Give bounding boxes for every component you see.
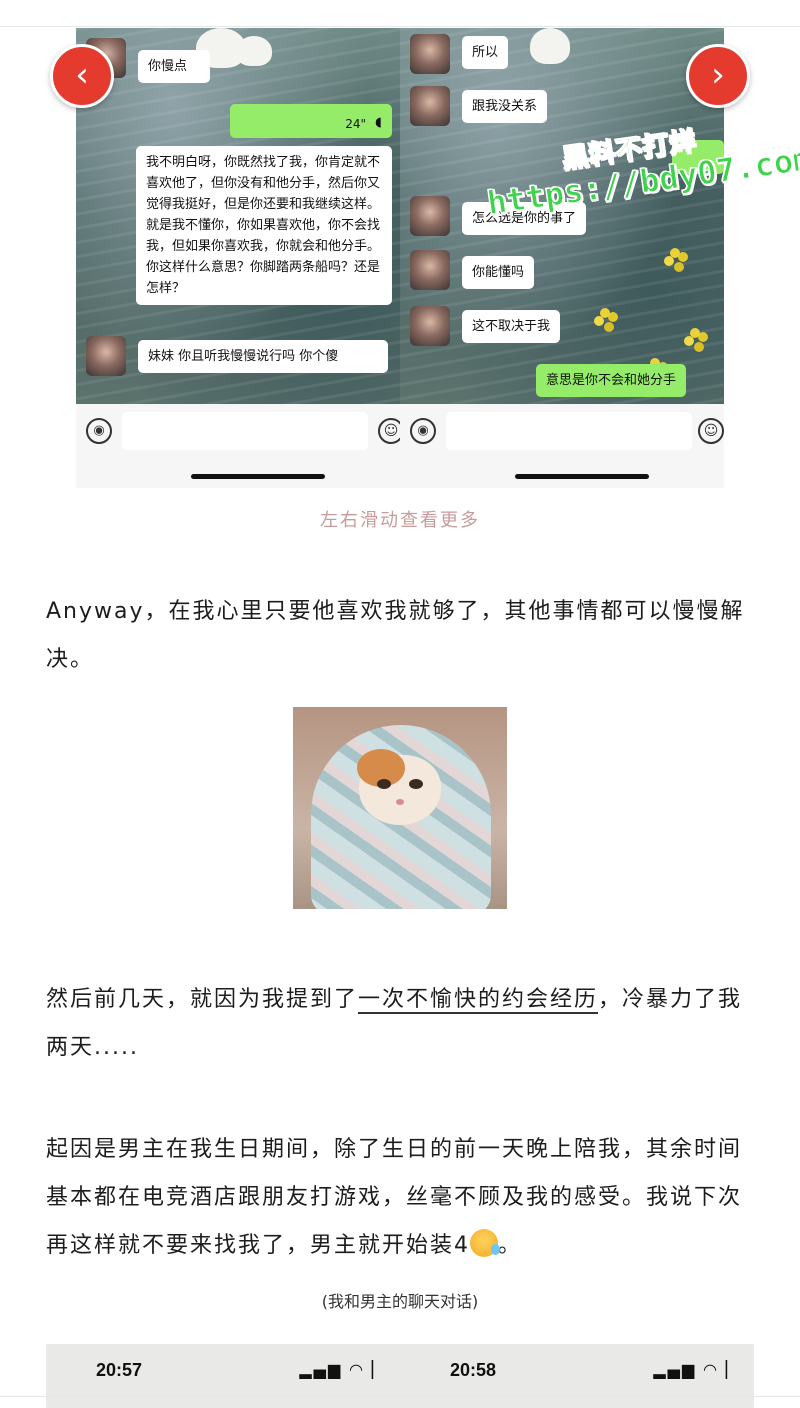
sweat-face-emoji-icon — [470, 1229, 500, 1257]
chat-bubble-own: 意思是你不会和她分手 — [536, 364, 687, 397]
phone-status-bar: 20:58 ▂▄▆ ◠ ▏ — [400, 1344, 754, 1408]
contact-avatar — [410, 86, 450, 126]
pond-background: 你慢点 24" ◖ 我不明白呀，你既然找了我，你肯定就不喜欢他了，但你没有和他分… — [76, 28, 400, 404]
chat-bubble: 我不明白呀，你既然找了我，你肯定就不喜欢他了，但你没有和他分手，然后你又觉得我挺… — [136, 146, 392, 305]
duck-image — [236, 36, 272, 66]
voice-message-bubble[interactable]: 24" ◖ — [230, 104, 392, 138]
chat-bubble: 你能懂吗 — [462, 256, 535, 289]
status-time: 20:58 — [450, 1360, 497, 1380]
carousel-next-button[interactable]: › — [686, 44, 750, 108]
chat-bubble: 跟我没关系 — [462, 90, 548, 123]
contact-avatar — [410, 196, 450, 236]
image-caption: (我和男主的聊天对话) — [321, 1292, 479, 1311]
contact-avatar — [410, 250, 450, 290]
message-input[interactable] — [446, 412, 692, 450]
duck-image — [530, 28, 570, 64]
message-input[interactable] — [122, 412, 368, 450]
article-paragraph: 起因是男主在我生日期间，除了生日的前一天晚上陪我，其余时间基本都在电竞酒店跟朋友… — [46, 1126, 756, 1270]
chevron-right-icon: › — [711, 55, 725, 95]
paragraph-text: 。 — [498, 1233, 523, 1258]
swipe-hint-caption: 左右滑动查看更多 — [320, 510, 480, 531]
voice-input-icon[interactable]: ◉ — [86, 418, 112, 444]
top-divider — [0, 26, 800, 27]
cat-eye — [409, 779, 423, 789]
paragraph-text: 然后前几天，就因为我提到了 — [46, 987, 359, 1012]
chat-bubble: 所以 — [462, 36, 509, 69]
crying-cat-sticker-image — [293, 707, 507, 909]
flower-image — [690, 328, 700, 338]
pond-background: 所以 跟我没关系 怎么选是你的事了 你能懂吗 这不取决于我 意思是你不会和她分手 — [400, 28, 724, 404]
carousel-prev-button[interactable]: ‹ — [50, 44, 114, 108]
cat-eye — [377, 779, 391, 789]
emoji-icon[interactable]: ☺ — [698, 418, 724, 444]
paragraph-text: 起因是男主在我生日期间，除了生日的前一天晚上陪我，其余时间基本都在电竞酒店跟朋友… — [46, 1137, 743, 1258]
contact-avatar — [410, 34, 450, 74]
chat-screenshot-preview: 20:57 ▂▄▆ ◠ ▏ 20:58 ▂▄▆ ◠ ▏ — [46, 1344, 754, 1408]
flower-image — [600, 308, 610, 318]
chat-screenshot-right: 所以 跟我没关系 怎么选是你的事了 你能懂吗 这不取决于我 意思是你不会和她分手… — [400, 28, 724, 488]
bottom-divider — [0, 1396, 800, 1397]
voice-wave-icon: ◖ — [375, 115, 382, 130]
status-time: 20:57 — [96, 1360, 143, 1380]
voice-input-icon[interactable]: ◉ — [410, 418, 436, 444]
phone-status-bar: 20:57 ▂▄▆ ◠ ▏ — [46, 1344, 400, 1408]
article-paragraph: 然后前几天，就因为我提到了一次不愉快的约会经历，冷暴力了我两天..... — [46, 976, 756, 1072]
chat-bubble: 妹妹 你且听我慢慢说行吗 你个傻 — [138, 340, 388, 373]
emoji-icon[interactable]: ☺ — [378, 418, 400, 444]
chevron-left-icon: ‹ — [75, 55, 89, 95]
article-link[interactable]: 一次不愉快的约会经历 — [358, 987, 599, 1014]
chat-screenshot-left: 你慢点 24" ◖ 我不明白呀，你既然找了我，你肯定就不喜欢他了，但你没有和他分… — [76, 28, 400, 488]
chat-bubble: 这不取决于我 — [462, 310, 561, 343]
contact-avatar — [410, 306, 450, 346]
contact-avatar — [86, 336, 126, 376]
image-carousel[interactable]: 你慢点 24" ◖ 我不明白呀，你既然找了我，你肯定就不喜欢他了，但你没有和他分… — [76, 28, 724, 488]
cat-nose — [396, 799, 404, 805]
chat-input-bar: ◉ ☺ — [400, 404, 724, 488]
article-paragraph: Anyway，在我心里只要他喜欢我就够了，其他事情都可以慢慢解决。 — [46, 599, 745, 672]
flower-image — [670, 248, 680, 258]
chat-bubble: 你慢点 — [138, 50, 210, 83]
home-indicator — [515, 474, 649, 479]
status-icons: ▂▄▆ ◠ ▏ — [653, 1360, 740, 1379]
home-indicator — [191, 474, 325, 479]
voice-duration: 24" — [345, 117, 366, 131]
status-icons: ▂▄▆ ◠ ▏ — [299, 1360, 386, 1379]
chat-input-bar: ◉ ☺ — [76, 404, 400, 488]
